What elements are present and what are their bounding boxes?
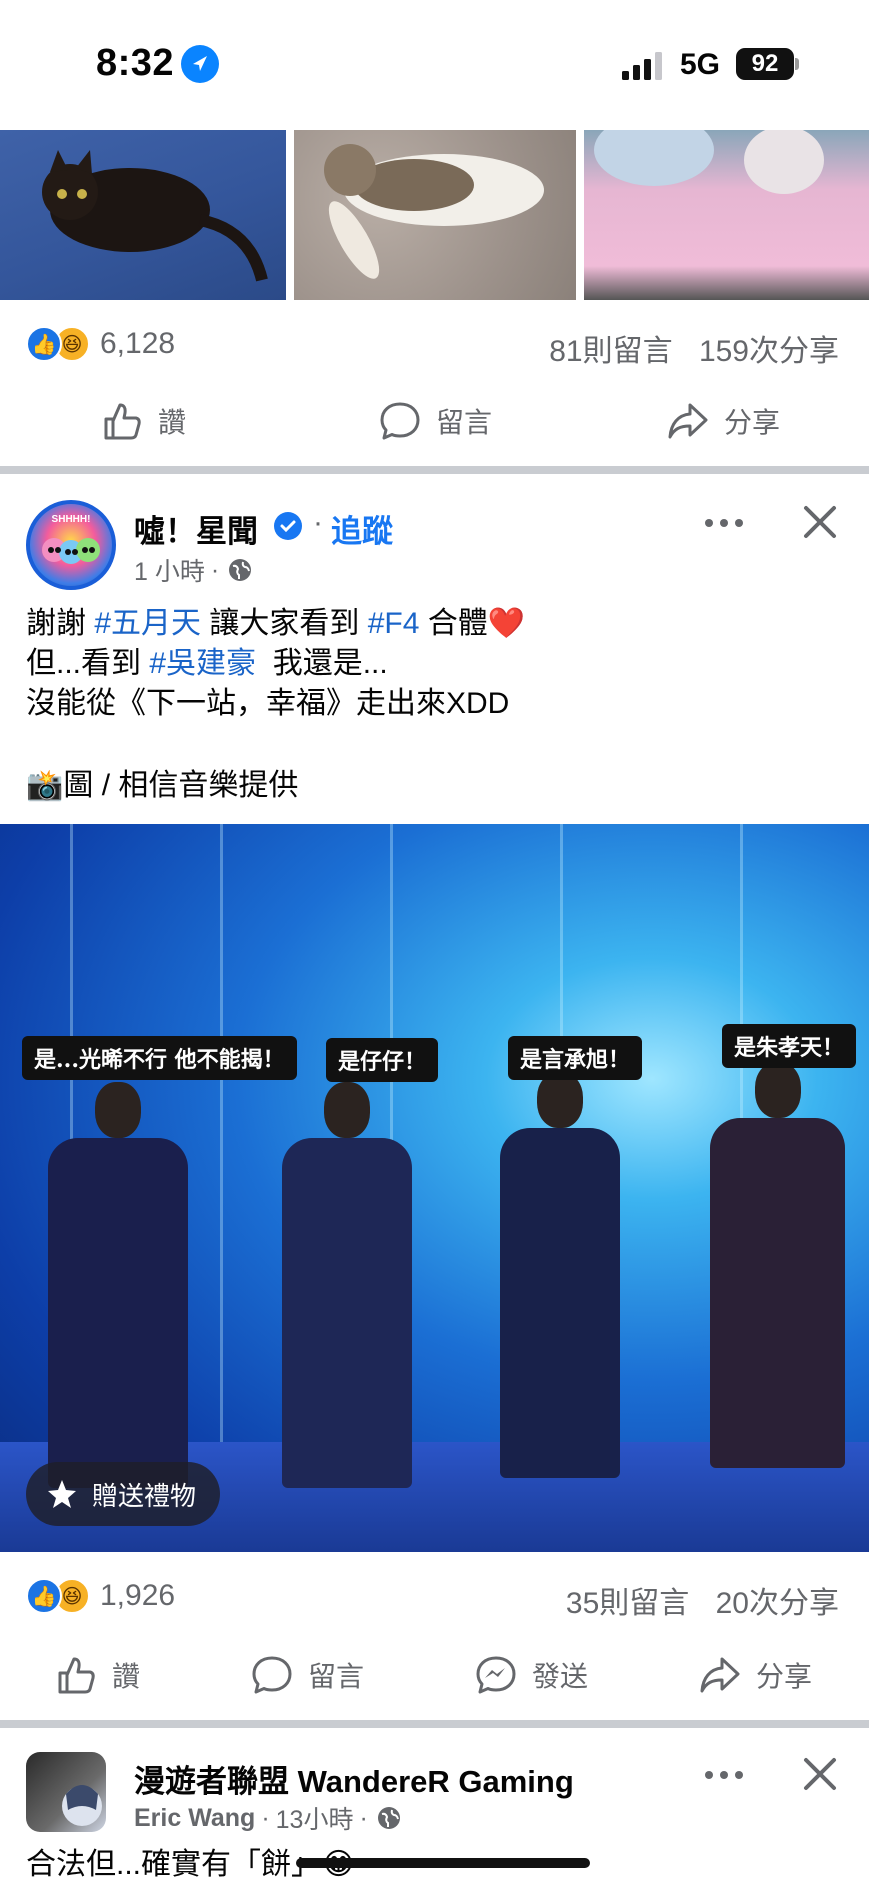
send-button[interactable]: 發送 — [474, 1630, 588, 1720]
more-icon[interactable] — [700, 508, 748, 538]
image-caption-1: 是...光晞不行 他不能揭！ — [22, 1036, 297, 1080]
singer-4 — [710, 1062, 845, 1502]
share-label: 分享 — [724, 407, 781, 438]
post-image-concert[interactable]: 是...光晞不行 他不能揭！ 是仔仔！ 是言承旭！ 是朱孝天！ — [0, 824, 869, 1552]
post-action-bar: 讚 留言 發送 分享 — [0, 1630, 869, 1720]
close-icon[interactable] — [800, 1754, 840, 1794]
signal-icon — [622, 52, 662, 80]
share-count[interactable]: 159次分享 — [699, 335, 839, 368]
status-bar: 8:32 5G 92 — [0, 0, 869, 130]
image-caption-2: 是仔仔！ — [326, 1038, 439, 1082]
share-icon — [668, 403, 708, 439]
location-arrow-icon — [181, 45, 219, 83]
share-icon — [700, 1657, 740, 1693]
singer-1 — [48, 1082, 188, 1502]
post-stats: 81則留言 159次分享 — [531, 326, 839, 370]
text-span: 謝謝 — [26, 607, 95, 640]
text-span: 但...看到 — [26, 647, 150, 680]
comment-button[interactable]: 留言 — [250, 1630, 364, 1720]
close-icon[interactable] — [800, 502, 840, 542]
image-caption-3: 是言承旭！ — [508, 1036, 643, 1080]
reaction-summary[interactable]: 👍 😆 6,128 — [26, 324, 175, 364]
comment-icon — [380, 402, 420, 440]
like-label: 讚 — [158, 407, 187, 438]
follow-button[interactable]: 追蹤 — [331, 506, 393, 551]
comment-button[interactable]: 留言 — [378, 376, 492, 466]
post-photo-black-cat[interactable] — [0, 130, 286, 300]
singer-3 — [500, 1072, 620, 1502]
hashtag-link[interactable]: #吳建豪 — [149, 647, 256, 680]
like-reaction-icon: 👍 — [26, 326, 62, 362]
messenger-icon — [476, 1656, 516, 1694]
camera-icon: 📸 — [26, 769, 64, 802]
feed-divider — [0, 1720, 869, 1728]
post-meta: 1 小時 · — [134, 552, 253, 588]
post-time[interactable]: 1 小時 — [134, 552, 205, 588]
singer-2 — [282, 1082, 412, 1502]
post-meta: Eric Wang · 13小時 · — [134, 1800, 402, 1836]
page-avatar[interactable]: SHHHH! — [26, 500, 116, 590]
send-gift-button[interactable]: 贈送禮物 — [26, 1462, 221, 1526]
credit-text: 圖 / 相信音樂提供 — [63, 769, 299, 802]
like-button[interactable]: 讚 — [54, 1630, 140, 1720]
globe-icon — [377, 1807, 400, 1829]
post-photo-tabby-cat[interactable] — [294, 130, 576, 300]
page-name[interactable]: 漫遊者聯盟 WandereR Gaming — [134, 1756, 574, 1801]
gift-label: 贈送禮物 — [92, 1480, 197, 1511]
comment-count[interactable]: 81則留言 — [549, 335, 672, 368]
post-action-bar: 讚 留言 分享 — [0, 376, 869, 466]
battery-indicator: 92 — [736, 48, 794, 80]
home-indicator[interactable] — [296, 1858, 590, 1868]
like-reaction-icon: 👍 — [26, 1578, 62, 1614]
post-text-line-1: 謝謝 #五月天 讓大家看到 #F4 合體❤️ — [26, 604, 846, 644]
share-button[interactable]: 分享 — [666, 376, 780, 466]
verified-icon — [274, 512, 302, 540]
text-span: 沒能從《下一站，幸福》走出來XDD — [26, 687, 510, 720]
more-icon[interactable] — [700, 1760, 748, 1790]
like-button[interactable]: 讚 — [100, 376, 186, 466]
reaction-summary[interactable]: 👍 😆 1,926 — [26, 1576, 175, 1616]
post-text-line-2: 但...看到 #吳建豪 我還是... — [26, 644, 846, 684]
comment-label: 留言 — [308, 1661, 365, 1692]
post-photo-pink-blanket[interactable] — [584, 130, 869, 300]
photo-credit: 📸圖 / 相信音樂提供 — [26, 766, 298, 806]
comment-label: 留言 — [436, 407, 493, 438]
reaction-count: 1,926 — [100, 1579, 176, 1612]
reaction-count: 6,128 — [100, 327, 176, 360]
battery-tip — [795, 58, 799, 70]
post-time[interactable]: 13小時 — [276, 1800, 354, 1836]
share-count[interactable]: 20次分享 — [716, 1587, 839, 1620]
comment-count[interactable]: 35則留言 — [566, 1587, 689, 1620]
text-span: 合體 — [419, 607, 488, 640]
post-text-content: 合法但...確實有「餅」 — [26, 1848, 322, 1881]
gift-icon — [48, 1480, 76, 1508]
share-label: 分享 — [756, 1661, 813, 1692]
send-label: 發送 — [532, 1661, 589, 1692]
hashtag-link[interactable]: #F4 — [368, 607, 420, 640]
comment-icon — [252, 1656, 292, 1694]
share-button[interactable]: 分享 — [698, 1630, 812, 1720]
globe-icon — [229, 559, 252, 581]
image-caption-4: 是朱孝天！ — [722, 1024, 857, 1068]
post-author[interactable]: Eric Wang — [134, 1804, 255, 1833]
status-time: 8:32 — [96, 42, 175, 84]
post-stats: 35則留言 20次分享 — [548, 1578, 839, 1622]
like-icon — [104, 403, 141, 440]
hashtag-link[interactable]: #五月天 — [94, 607, 201, 640]
text-span: 我還是... — [256, 647, 388, 680]
text-span: 讓大家看到 — [201, 607, 368, 640]
network-type: 5G — [680, 48, 721, 81]
separator-dot: · — [313, 506, 323, 539]
post-text: 謝謝 #五月天 讓大家看到 #F4 合體❤️ 但...看到 #吳建豪 我還是..… — [26, 604, 846, 724]
page-name[interactable]: 噓！星聞 — [134, 506, 258, 551]
post-text-line-3: 沒能從《下一站，幸福》走出來XDD — [26, 684, 846, 724]
like-icon — [58, 1657, 95, 1694]
page-avatar[interactable] — [26, 1752, 106, 1832]
like-label: 讚 — [112, 1661, 141, 1692]
feed-divider — [0, 466, 869, 474]
heart-emoji-icon: ❤️ — [487, 607, 526, 640]
